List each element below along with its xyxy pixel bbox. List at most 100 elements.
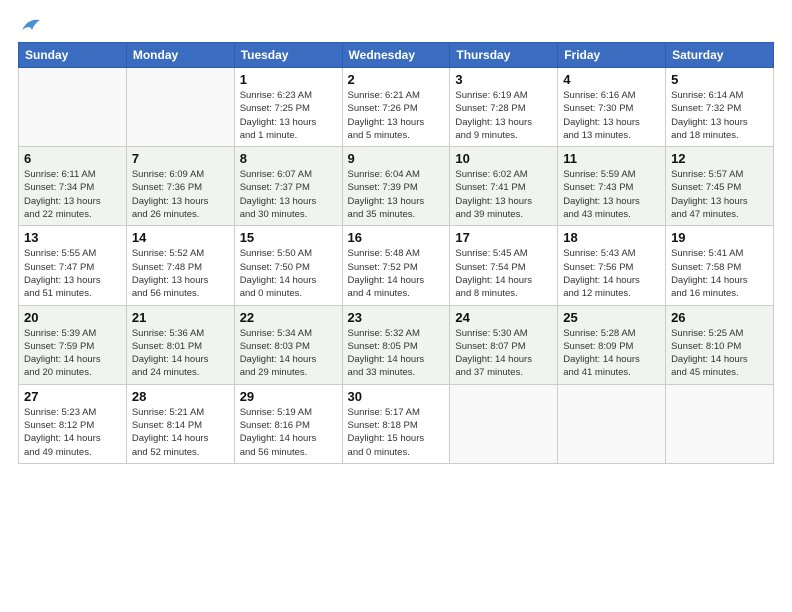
calendar-cell: 19 Sunrise: 5:41 AM Sunset: 7:58 PM Dayli…	[666, 226, 774, 305]
calendar-header-saturday: Saturday	[666, 43, 774, 68]
day-info: Sunrise: 6:09 AM Sunset: 7:36 PM Dayligh…	[132, 168, 229, 221]
calendar-cell: 26Sunrise: 5:25 AM Sunset: 8:10 PM Dayli…	[666, 305, 774, 384]
day-info: Sunrise: 5:48 AM Sunset: 7:52 PM Dayligh…	[348, 247, 445, 300]
calendar-header-wednesday: Wednesday	[342, 43, 450, 68]
header	[18, 16, 774, 34]
day-number: 16	[348, 230, 445, 245]
day-info: Sunrise: 5:30 AM Sunset: 8:07 PM Dayligh…	[455, 327, 552, 380]
calendar-cell: 27 Sunrise: 5:23 AM Sunset: 8:12 PM Dayli…	[19, 384, 127, 463]
day-info: Sunrise: 5:39 AM Sunset: 7:59 PM Dayligh…	[24, 327, 121, 380]
day-info: Sunrise: 5:32 AM Sunset: 8:05 PM Dayligh…	[348, 327, 445, 380]
day-number: 27	[24, 389, 121, 404]
calendar-cell: 30 Sunrise: 5:17 AM Sunset: 8:18 PM Dayli…	[342, 384, 450, 463]
day-info: Sunrise: 5:50 AM Sunset: 7:50 PM Dayligh…	[240, 247, 337, 300]
calendar-cell: 6 Sunrise: 6:11 AM Sunset: 7:34 PM Daylig…	[19, 147, 127, 226]
calendar-cell: 9 Sunrise: 6:04 AM Sunset: 7:39 PM Daylig…	[342, 147, 450, 226]
calendar-row-4: 27 Sunrise: 5:23 AM Sunset: 8:12 PM Dayli…	[19, 384, 774, 463]
calendar-cell: 8 Sunrise: 6:07 AM Sunset: 7:37 PM Daylig…	[234, 147, 342, 226]
day-number: 9	[348, 151, 445, 166]
logo	[18, 16, 42, 34]
calendar-cell: 1 Sunrise: 6:23 AM Sunset: 7:25 PM Daylig…	[234, 68, 342, 147]
day-info: Sunrise: 5:36 AM Sunset: 8:01 PM Dayligh…	[132, 327, 229, 380]
day-number: 5	[671, 72, 768, 87]
day-info: Sunrise: 5:59 AM Sunset: 7:43 PM Dayligh…	[563, 168, 660, 221]
calendar-cell: 15Sunrise: 5:50 AM Sunset: 7:50 PM Dayli…	[234, 226, 342, 305]
calendar-cell: 21 Sunrise: 5:36 AM Sunset: 8:01 PM Dayli…	[126, 305, 234, 384]
day-number: 8	[240, 151, 337, 166]
calendar-cell: 13 Sunrise: 5:55 AM Sunset: 7:47 PM Dayli…	[19, 226, 127, 305]
calendar-header-row: SundayMondayTuesdayWednesdayThursdayFrid…	[19, 43, 774, 68]
day-number: 22	[240, 310, 337, 325]
day-info: Sunrise: 5:21 AM Sunset: 8:14 PM Dayligh…	[132, 406, 229, 459]
calendar-row-3: 20 Sunrise: 5:39 AM Sunset: 7:59 PM Dayli…	[19, 305, 774, 384]
calendar-cell: 4Sunrise: 6:16 AM Sunset: 7:30 PM Daylig…	[558, 68, 666, 147]
calendar-cell: 22 Sunrise: 5:34 AM Sunset: 8:03 PM Dayli…	[234, 305, 342, 384]
day-number: 20	[24, 310, 121, 325]
calendar-cell	[19, 68, 127, 147]
day-info: Sunrise: 5:43 AM Sunset: 7:56 PM Dayligh…	[563, 247, 660, 300]
day-info: Sunrise: 6:19 AM Sunset: 7:28 PM Dayligh…	[455, 89, 552, 142]
day-number: 29	[240, 389, 337, 404]
calendar-cell: 2 Sunrise: 6:21 AM Sunset: 7:26 PM Daylig…	[342, 68, 450, 147]
calendar-cell: 18 Sunrise: 5:43 AM Sunset: 7:56 PM Dayli…	[558, 226, 666, 305]
calendar-header-friday: Friday	[558, 43, 666, 68]
calendar-cell: 23Sunrise: 5:32 AM Sunset: 8:05 PM Dayli…	[342, 305, 450, 384]
day-number: 11	[563, 151, 660, 166]
day-info: Sunrise: 5:17 AM Sunset: 8:18 PM Dayligh…	[348, 406, 445, 459]
day-info: Sunrise: 5:28 AM Sunset: 8:09 PM Dayligh…	[563, 327, 660, 380]
calendar-cell: 11 Sunrise: 5:59 AM Sunset: 7:43 PM Dayli…	[558, 147, 666, 226]
day-number: 17	[455, 230, 552, 245]
calendar-cell: 25 Sunrise: 5:28 AM Sunset: 8:09 PM Dayli…	[558, 305, 666, 384]
day-info: Sunrise: 5:52 AM Sunset: 7:48 PM Dayligh…	[132, 247, 229, 300]
day-number: 2	[348, 72, 445, 87]
day-number: 30	[348, 389, 445, 404]
calendar-cell	[450, 384, 558, 463]
day-info: Sunrise: 5:23 AM Sunset: 8:12 PM Dayligh…	[24, 406, 121, 459]
day-number: 6	[24, 151, 121, 166]
calendar-header-thursday: Thursday	[450, 43, 558, 68]
day-number: 7	[132, 151, 229, 166]
day-info: Sunrise: 6:04 AM Sunset: 7:39 PM Dayligh…	[348, 168, 445, 221]
day-number: 28	[132, 389, 229, 404]
calendar-cell: 16 Sunrise: 5:48 AM Sunset: 7:52 PM Dayli…	[342, 226, 450, 305]
day-number: 25	[563, 310, 660, 325]
calendar-cell: 3 Sunrise: 6:19 AM Sunset: 7:28 PM Daylig…	[450, 68, 558, 147]
calendar-cell: 5 Sunrise: 6:14 AM Sunset: 7:32 PM Daylig…	[666, 68, 774, 147]
calendar-cell	[126, 68, 234, 147]
calendar-row-1: 6 Sunrise: 6:11 AM Sunset: 7:34 PM Daylig…	[19, 147, 774, 226]
day-number: 10	[455, 151, 552, 166]
day-info: Sunrise: 5:55 AM Sunset: 7:47 PM Dayligh…	[24, 247, 121, 300]
day-info: Sunrise: 5:57 AM Sunset: 7:45 PM Dayligh…	[671, 168, 768, 221]
day-number: 1	[240, 72, 337, 87]
calendar-cell: 10 Sunrise: 6:02 AM Sunset: 7:41 PM Dayli…	[450, 147, 558, 226]
day-info: Sunrise: 6:14 AM Sunset: 7:32 PM Dayligh…	[671, 89, 768, 142]
day-info: Sunrise: 5:45 AM Sunset: 7:54 PM Dayligh…	[455, 247, 552, 300]
day-number: 19	[671, 230, 768, 245]
day-info: Sunrise: 5:19 AM Sunset: 8:16 PM Dayligh…	[240, 406, 337, 459]
calendar-cell: 24 Sunrise: 5:30 AM Sunset: 8:07 PM Dayli…	[450, 305, 558, 384]
calendar-header-tuesday: Tuesday	[234, 43, 342, 68]
calendar-cell: 17 Sunrise: 5:45 AM Sunset: 7:54 PM Dayli…	[450, 226, 558, 305]
logo-bird-icon	[20, 16, 42, 34]
day-info: Sunrise: 6:21 AM Sunset: 7:26 PM Dayligh…	[348, 89, 445, 142]
day-number: 13	[24, 230, 121, 245]
day-info: Sunrise: 6:07 AM Sunset: 7:37 PM Dayligh…	[240, 168, 337, 221]
day-info: Sunrise: 6:11 AM Sunset: 7:34 PM Dayligh…	[24, 168, 121, 221]
day-info: Sunrise: 5:25 AM Sunset: 8:10 PM Dayligh…	[671, 327, 768, 380]
calendar-row-2: 13 Sunrise: 5:55 AM Sunset: 7:47 PM Dayli…	[19, 226, 774, 305]
day-number: 3	[455, 72, 552, 87]
day-number: 24	[455, 310, 552, 325]
calendar-header-monday: Monday	[126, 43, 234, 68]
day-number: 12	[671, 151, 768, 166]
day-info: Sunrise: 6:23 AM Sunset: 7:25 PM Dayligh…	[240, 89, 337, 142]
calendar-cell: 7 Sunrise: 6:09 AM Sunset: 7:36 PM Daylig…	[126, 147, 234, 226]
day-info: Sunrise: 6:02 AM Sunset: 7:41 PM Dayligh…	[455, 168, 552, 221]
day-info: Sunrise: 5:41 AM Sunset: 7:58 PM Dayligh…	[671, 247, 768, 300]
day-number: 21	[132, 310, 229, 325]
day-number: 4	[563, 72, 660, 87]
day-number: 18	[563, 230, 660, 245]
calendar-cell: 29 Sunrise: 5:19 AM Sunset: 8:16 PM Dayli…	[234, 384, 342, 463]
calendar-cell: 20 Sunrise: 5:39 AM Sunset: 7:59 PM Dayli…	[19, 305, 127, 384]
calendar-row-0: 1 Sunrise: 6:23 AM Sunset: 7:25 PM Daylig…	[19, 68, 774, 147]
day-info: Sunrise: 5:34 AM Sunset: 8:03 PM Dayligh…	[240, 327, 337, 380]
